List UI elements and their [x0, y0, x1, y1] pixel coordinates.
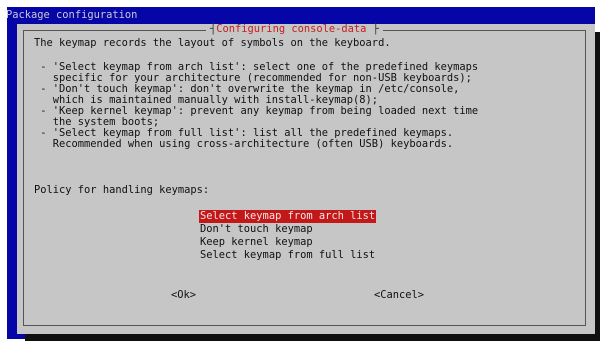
terminal-screen: Package configuration Configuring consol… [0, 0, 600, 343]
menu-item-dont-touch-keymap[interactable]: Don't touch keymap [199, 223, 376, 236]
policy-prompt: Policy for handling keymaps: [34, 184, 210, 196]
configuration-dialog: Configuring console-data The keymap reco… [17, 24, 595, 334]
dialog-title-text: Configuring console-data [216, 23, 367, 35]
menu-item-keep-kernel-keymap[interactable]: Keep kernel keymap [199, 236, 376, 249]
ok-button[interactable]: <Ok> [171, 290, 196, 301]
menu-row: Select keymap from arch list [199, 210, 377, 223]
menu-item-select-keymap-from-arch-list[interactable]: Select keymap from arch list [199, 210, 377, 223]
keymap-policy-menu[interactable]: Select keymap from arch list Don't touch… [199, 210, 377, 262]
dialog-title: Configuring console-data [206, 24, 383, 35]
window-title: Package configuration [6, 9, 138, 21]
option-description-line: Recommended when using cross-architectur… [34, 138, 454, 150]
menu-item-select-keymap-from-full-list[interactable]: Select keymap from full list [199, 249, 376, 262]
intro-text: The keymap records the layout of symbols… [34, 37, 391, 49]
cancel-button[interactable]: <Cancel> [374, 290, 424, 301]
